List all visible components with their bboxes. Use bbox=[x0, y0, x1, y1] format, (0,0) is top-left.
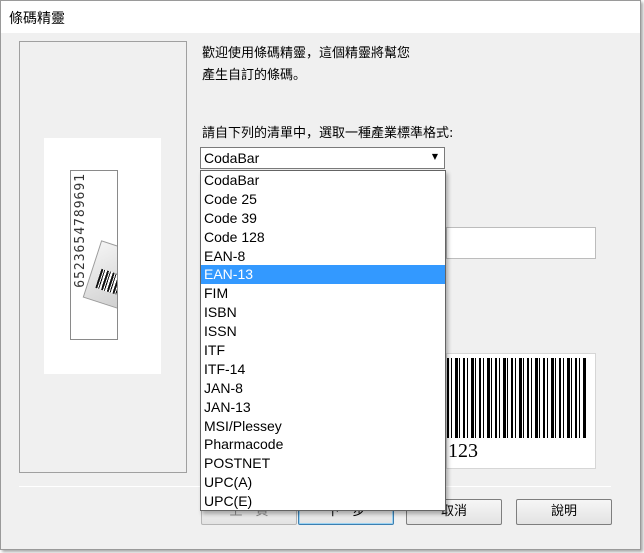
format-option-jan-13[interactable]: JAN-13 bbox=[201, 398, 445, 417]
barcode-bars-image bbox=[447, 358, 587, 438]
format-option-jan-8[interactable]: JAN-8 bbox=[201, 379, 445, 398]
help-button[interactable]: 說明 bbox=[516, 499, 612, 525]
format-prompt: 請自下列的清單中，選取一種產業標準格式: bbox=[202, 126, 454, 141]
barcode-preview: 123 bbox=[446, 353, 596, 469]
intro-line-2: 產生自訂的條碼。 bbox=[202, 68, 307, 83]
format-option-upc-a[interactable]: UPC(A) bbox=[201, 473, 445, 492]
format-option-ean-8[interactable]: EAN-8 bbox=[201, 247, 445, 266]
format-option-postnet[interactable]: POSTNET bbox=[201, 454, 445, 473]
intro-text: 歡迎使用條碼精靈，這個精靈將幫您 產生自訂的條碼。 bbox=[202, 43, 410, 87]
intro-line-1: 歡迎使用條碼精靈，這個精靈將幫您 bbox=[202, 46, 411, 61]
preview-panel: 6523654789691 bbox=[19, 41, 187, 473]
format-option-code-39[interactable]: Code 39 bbox=[201, 209, 445, 228]
barcode-strip-digits: 6523654789691 bbox=[73, 173, 88, 288]
dropdown-arrow-icon[interactable]: ▼ bbox=[432, 152, 438, 161]
title-bar: 條碼精靈 bbox=[1, 1, 640, 33]
format-option-upc-e[interactable]: UPC(E) bbox=[201, 492, 445, 511]
barcode-wizard-dialog: 條碼精靈 6523654789691 歡迎使用條碼精靈，這個精靈將幫您 產生自訂… bbox=[0, 0, 641, 550]
format-option-msi-plessey[interactable]: MSI/Plessey bbox=[201, 417, 445, 436]
format-option-issn[interactable]: ISSN bbox=[201, 322, 445, 341]
data-input-field[interactable] bbox=[446, 227, 596, 259]
format-option-ean-13[interactable]: EAN-13 bbox=[201, 265, 445, 285]
barcode-strip-illustration: 6523654789691 bbox=[70, 170, 118, 340]
format-option-itf-14[interactable]: ITF-14 bbox=[201, 360, 445, 379]
format-option-pharmacode[interactable]: Pharmacode bbox=[201, 435, 445, 454]
format-option-fim[interactable]: FIM bbox=[201, 284, 445, 303]
window-title: 條碼精靈 bbox=[9, 11, 65, 27]
format-option-code-25[interactable]: Code 25 bbox=[201, 190, 445, 209]
barcode-human-readable-text: 123 bbox=[448, 440, 478, 462]
format-option-itf[interactable]: ITF bbox=[201, 341, 445, 360]
preview-image: 6523654789691 bbox=[44, 138, 161, 374]
format-option-isbn[interactable]: ISBN bbox=[201, 303, 445, 322]
tag-barcode-icon bbox=[95, 268, 117, 296]
format-option-codabar[interactable]: CodaBar bbox=[201, 171, 445, 190]
format-select-value: CodaBar bbox=[204, 150, 260, 166]
format-select[interactable]: CodaBar ▼ bbox=[200, 147, 445, 169]
format-dropdown-list[interactable]: CodaBar Code 25 Code 39 Code 128 EAN-8 E… bbox=[200, 170, 446, 511]
format-option-code-128[interactable]: Code 128 bbox=[201, 228, 445, 247]
